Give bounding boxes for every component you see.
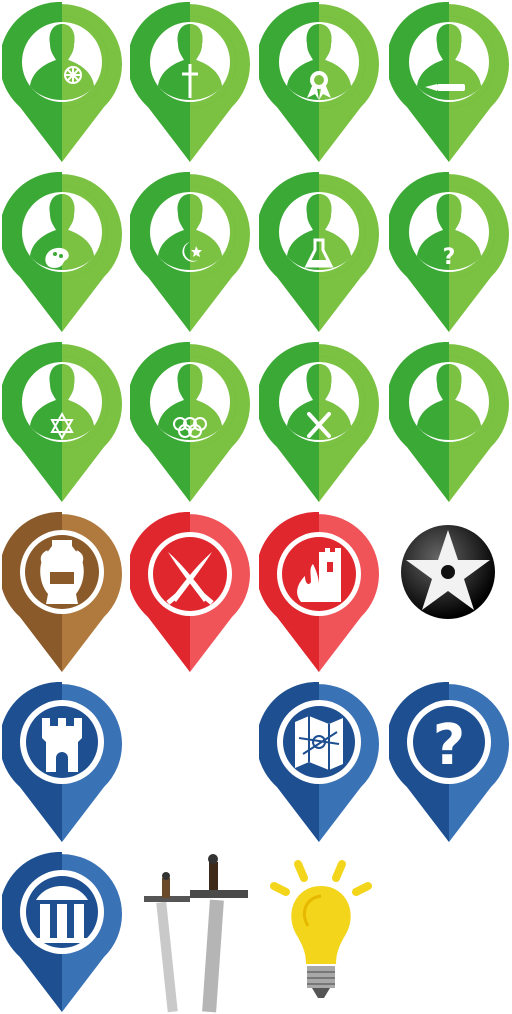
green-person-pin-icon [130, 2, 250, 162]
svg-text:?: ? [443, 245, 456, 270]
amphora-pin-icon [2, 512, 122, 672]
green-person-pin-icon [259, 172, 379, 332]
person-plain-marker[interactable] [389, 342, 509, 502]
green-person-pin-icon [389, 342, 509, 502]
blue-tower-pin-icon [2, 682, 122, 842]
temple-marker[interactable] [2, 852, 122, 1012]
green-person-pin-icon [2, 342, 122, 502]
amphora-marker[interactable] [2, 512, 122, 672]
person-star-of-david-marker[interactable] [2, 342, 122, 502]
blue-map-pin-icon [259, 682, 379, 842]
svg-text:?: ? [433, 713, 465, 778]
green-person-pin-icon [259, 2, 379, 162]
person-crossed-swords-marker[interactable] [259, 342, 379, 502]
person-brush-marker[interactable] [389, 2, 509, 162]
green-person-pin-icon [130, 342, 250, 502]
green-person-pin-icon [259, 342, 379, 502]
swords-icon[interactable] [140, 852, 256, 1014]
green-person-pin-icon: ? [389, 172, 509, 332]
person-cross-marker[interactable] [130, 2, 250, 162]
lightbulb-icon[interactable] [262, 852, 380, 1012]
burning-tower-marker[interactable] [259, 512, 379, 672]
person-olympic-rings-marker[interactable] [130, 342, 250, 502]
person-dharma-wheel-marker[interactable] [2, 2, 122, 162]
green-person-pin-icon [2, 2, 122, 162]
black-star-circle-icon[interactable] [396, 524, 500, 620]
green-person-pin-icon [389, 2, 509, 162]
person-crescent-marker[interactable] [130, 172, 250, 332]
map-marker[interactable] [259, 682, 379, 842]
blue-temple-pin-icon [2, 852, 122, 1012]
person-palette-marker[interactable] [2, 172, 122, 332]
castle-tower-marker[interactable] [2, 682, 122, 842]
person-question-marker[interactable]: ? [389, 172, 509, 332]
question-marker[interactable]: ? [389, 682, 509, 842]
green-person-pin-icon [130, 172, 250, 332]
blue-question-pin-icon: ? [389, 682, 509, 842]
person-medal-marker[interactable] [259, 2, 379, 162]
sabres-pin-icon [130, 512, 250, 672]
fire-tower-pin-icon [259, 512, 379, 672]
green-person-pin-icon [2, 172, 122, 332]
person-flask-marker[interactable] [259, 172, 379, 332]
battle-sabres-marker[interactable] [130, 512, 250, 672]
